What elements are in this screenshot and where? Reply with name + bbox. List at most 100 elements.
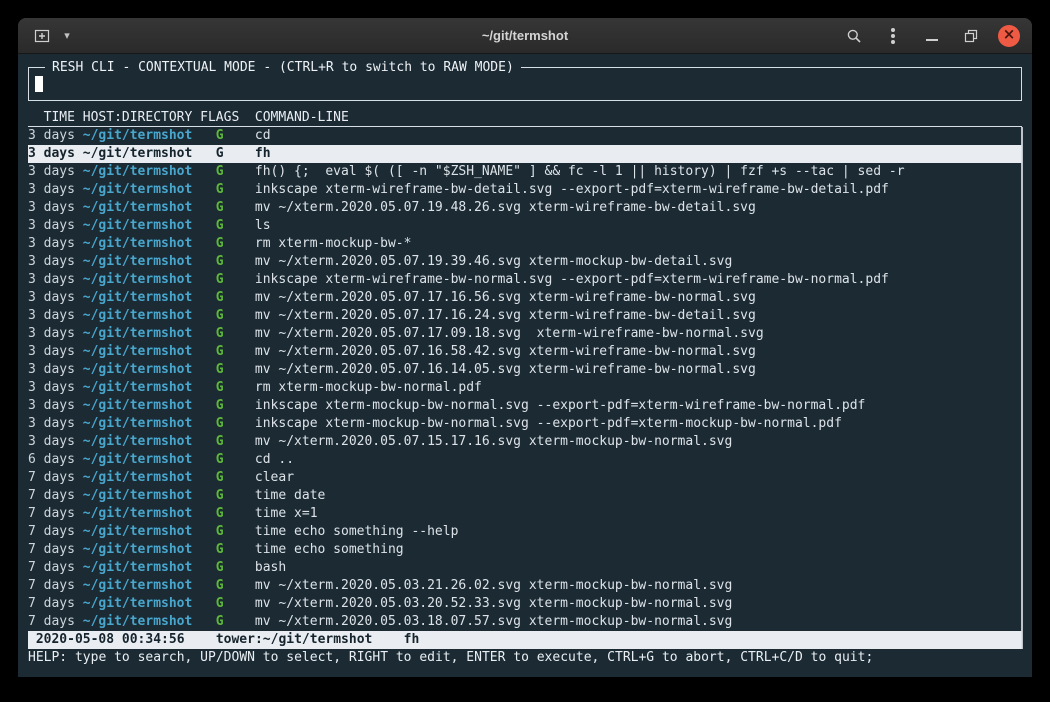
history-row[interactable]: 3 days~/git/termshotGrm xterm-mockup-bw-… — [28, 235, 1022, 253]
row-command: rm xterm-mockup-bw-normal.pdf — [255, 379, 482, 397]
history-row[interactable]: 3 days~/git/termshotGinkscape xterm-wire… — [28, 181, 1022, 199]
chevron-down-icon[interactable]: ▾ — [60, 24, 74, 48]
history-row[interactable]: 7 days~/git/termshotGtime echo something — [28, 541, 1022, 559]
history-row[interactable]: 7 days ~/git/termshot Gtime x=1 — [28, 505, 1022, 523]
row-command: time echo something --help — [255, 523, 459, 541]
row-command: fh — [255, 145, 271, 163]
terminal-screen[interactable]: RESH CLI - CONTEXTUAL MODE - (CTRL+R to … — [18, 54, 1032, 677]
row-command: time echo something — [255, 541, 404, 559]
row-command: mv ~/xterm.2020.05.07.16.14.05.svg xterm… — [255, 361, 756, 379]
history-row[interactable]: 3 days~/git/termshotGinkscape xterm-mock… — [28, 415, 1022, 433]
row-host: ~/git/termshot — [83, 253, 193, 271]
history-row[interactable]: 7 days~/git/termshotGmv ~/xterm.2020.05.… — [28, 613, 1022, 631]
row-host: ~/git/termshot — [83, 595, 193, 613]
row-host: ~/git/termshot — [83, 523, 193, 541]
row-time: 6 days — [28, 451, 75, 469]
search-box[interactable]: RESH CLI - CONTEXTUAL MODE - (CTRL+R to … — [28, 67, 1022, 101]
row-host: ~/git/termshot — [83, 163, 193, 181]
row-command: inkscape xterm-mockup-bw-normal.svg --ex… — [255, 397, 865, 415]
row-flags: G — [200, 235, 239, 253]
history-row[interactable]: 7 days~/git/termshotGclear — [28, 469, 1022, 487]
history-row[interactable]: 3 days~/git/termshotGinkscape xterm-wire… — [28, 271, 1022, 289]
row-command: time date — [255, 487, 325, 505]
history-row[interactable]: 3 days~/git/termshotGfh() {; eval $( ([ … — [28, 163, 1022, 181]
row-flags: G — [200, 145, 239, 163]
history-row[interactable]: 3 days~/git/termshotGls — [28, 217, 1022, 235]
row-command: rm xterm-mockup-bw-* — [255, 235, 412, 253]
row-command: mv ~/xterm.2020.05.07.17.09.18.svg xterm… — [255, 325, 764, 343]
row-time: 3 days — [28, 163, 75, 181]
history-row[interactable]: 3 days~/git/termshotGmv ~/xterm.2020.05.… — [28, 325, 1022, 343]
row-time: 7 days — [28, 523, 75, 541]
titlebar[interactable]: ▾ ~/git/termshot — [18, 18, 1032, 54]
row-time: 3 days — [28, 271, 75, 289]
history-row[interactable]: 7 days~/git/termshotGbash — [28, 559, 1022, 577]
search-button[interactable] — [842, 24, 866, 48]
row-command: time x=1 — [255, 505, 318, 523]
history-row[interactable]: 3 days~/git/termshotGmv ~/xterm.2020.05.… — [28, 361, 1022, 379]
status-command: fh — [404, 631, 420, 649]
row-host: ~/git/termshot — [83, 397, 193, 415]
header-time: TIME — [28, 109, 75, 127]
table-header: TIME HOST:DIRECTORY FLAGS COMMAND-LINE — [28, 109, 1022, 127]
search-box-label: RESH CLI - CONTEXTUAL MODE - (CTRL+R to … — [45, 59, 521, 77]
new-tab-button[interactable] — [30, 24, 54, 48]
row-time: 3 days — [28, 127, 75, 145]
row-flags: G — [200, 307, 239, 325]
row-flags: G — [200, 397, 239, 415]
menu-button[interactable] — [881, 24, 905, 48]
close-button[interactable]: × — [998, 25, 1020, 47]
minimize-icon — [926, 39, 938, 41]
row-time: 7 days — [28, 613, 75, 631]
row-time: 7 days — [28, 577, 75, 595]
row-flags: G — [200, 523, 239, 541]
search-icon — [846, 28, 862, 44]
history-row[interactable]: 3 days~/git/termshotGmv ~/xterm.2020.05.… — [28, 253, 1022, 271]
row-flags: G — [200, 451, 239, 469]
row-time: 7 days — [28, 469, 75, 487]
row-command: mv ~/xterm.2020.05.03.21.26.02.svg xterm… — [255, 577, 732, 595]
row-host: ~/git/termshot — [83, 469, 193, 487]
history-row[interactable]: 3 days~/git/termshotGmv ~/xterm.2020.05.… — [28, 433, 1022, 451]
history-row-selected[interactable]: 3 days~/git/termshotGfh — [28, 145, 1022, 163]
restore-button[interactable] — [959, 24, 983, 48]
history-row[interactable]: 3 days~/git/termshotGrm xterm-mockup-bw-… — [28, 379, 1022, 397]
kebab-menu-icon — [891, 34, 895, 38]
row-flags: G — [200, 505, 239, 523]
status-datetime: 2020-05-08 00:34:56 — [36, 631, 185, 649]
history-row[interactable]: 3 days~/git/termshotGcd — [28, 127, 1022, 145]
row-time: 3 days — [28, 397, 75, 415]
row-host: ~/git/termshot — [83, 199, 193, 217]
row-time: 7 days — [28, 505, 75, 523]
help-line: HELP: type to search, UP/DOWN to select,… — [28, 649, 1022, 667]
row-host: ~/git/termshot — [83, 505, 193, 523]
history-row[interactable]: 7 days~/git/termshotGmv ~/xterm.2020.05.… — [28, 595, 1022, 613]
row-host: ~/git/termshot — [83, 145, 193, 163]
history-row[interactable]: 6 days~/git/termshotGcd .. — [28, 451, 1022, 469]
row-flags: G — [200, 325, 239, 343]
history-row[interactable]: 7 days~/git/termshotGmv ~/xterm.2020.05.… — [28, 577, 1022, 595]
history-row[interactable]: 3 days~/git/termshotGmv ~/xterm.2020.05.… — [28, 307, 1022, 325]
history-row[interactable]: 3 days~/git/termshotGmv ~/xterm.2020.05.… — [28, 343, 1022, 361]
history-row[interactable]: 3 days~/git/termshotGmv ~/xterm.2020.05.… — [28, 289, 1022, 307]
row-flags: G — [200, 541, 239, 559]
row-host: ~/git/termshot — [83, 559, 193, 577]
row-time: 3 days — [28, 433, 75, 451]
history-row[interactable]: 3 days~/git/termshotGmv ~/xterm.2020.05.… — [28, 199, 1022, 217]
row-command: ls — [255, 217, 271, 235]
status-location: tower:~/git/termshot — [216, 631, 373, 649]
history-row[interactable]: 3 days ~/git/termshot Ginkscape xterm-mock… — [28, 397, 1022, 415]
row-command: cd — [255, 127, 271, 145]
restore-icon — [963, 28, 979, 44]
history-row[interactable]: 7 days ~/git/termshot Gtime echo something… — [28, 523, 1022, 541]
row-host: ~/git/termshot — [83, 271, 193, 289]
row-flags: G — [200, 415, 239, 433]
row-time: 7 days — [28, 595, 75, 613]
row-command: inkscape xterm-wireframe-bw-normal.svg -… — [255, 271, 889, 289]
row-host: ~/git/termshot — [83, 613, 193, 631]
history-row[interactable]: 7 days~/git/termshotGtime date — [28, 487, 1022, 505]
row-time: 3 days — [28, 253, 75, 271]
minimize-button[interactable] — [920, 24, 944, 48]
row-flags: G — [200, 199, 239, 217]
row-flags: G — [200, 559, 239, 577]
